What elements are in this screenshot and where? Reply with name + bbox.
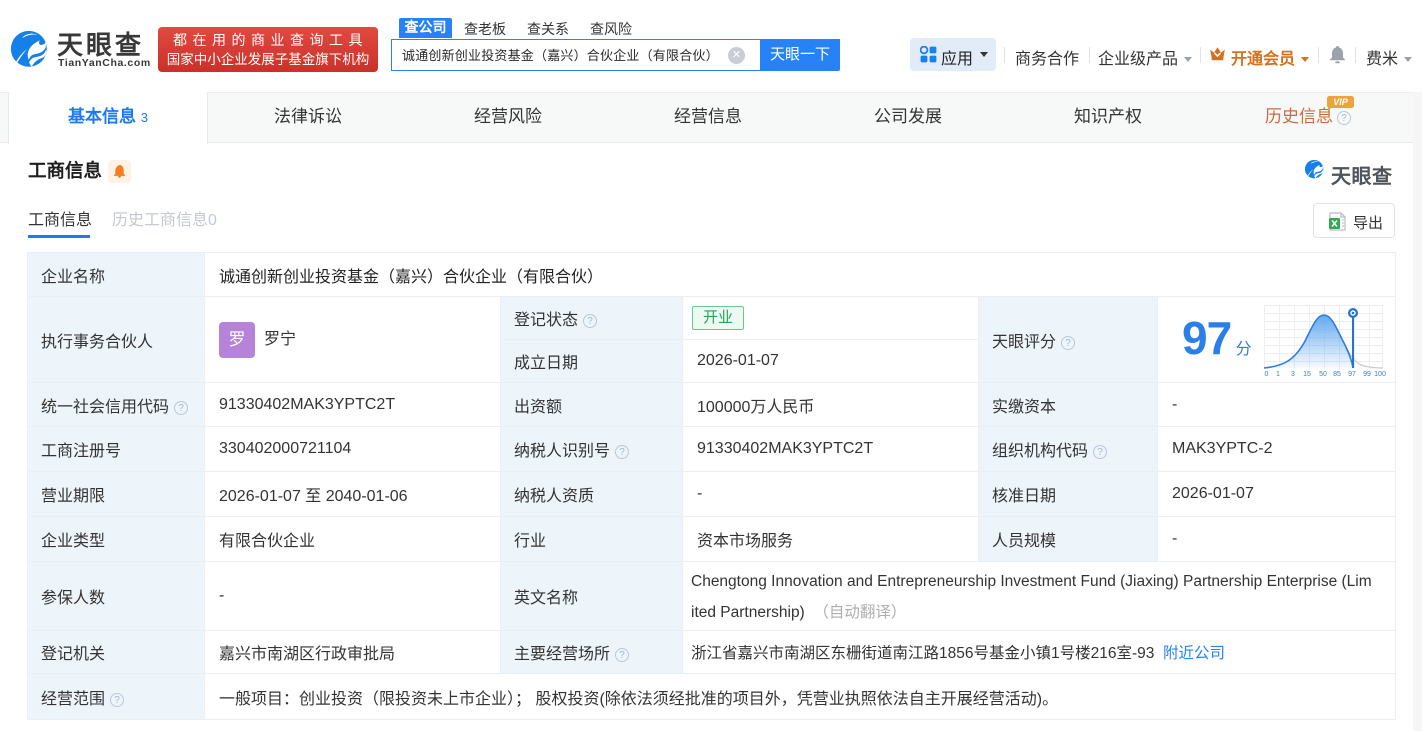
svg-text:100: 100 — [1374, 371, 1386, 377]
svg-text:99: 99 — [1363, 371, 1371, 377]
svg-text:50: 50 — [1319, 371, 1327, 377]
svg-text:97: 97 — [1348, 371, 1356, 377]
svg-text:15: 15 — [1303, 371, 1311, 377]
svg-text:1: 1 — [1276, 371, 1280, 377]
svg-text:3: 3 — [1291, 371, 1295, 377]
svg-text:0: 0 — [1265, 371, 1269, 377]
svg-text:85: 85 — [1333, 371, 1341, 377]
